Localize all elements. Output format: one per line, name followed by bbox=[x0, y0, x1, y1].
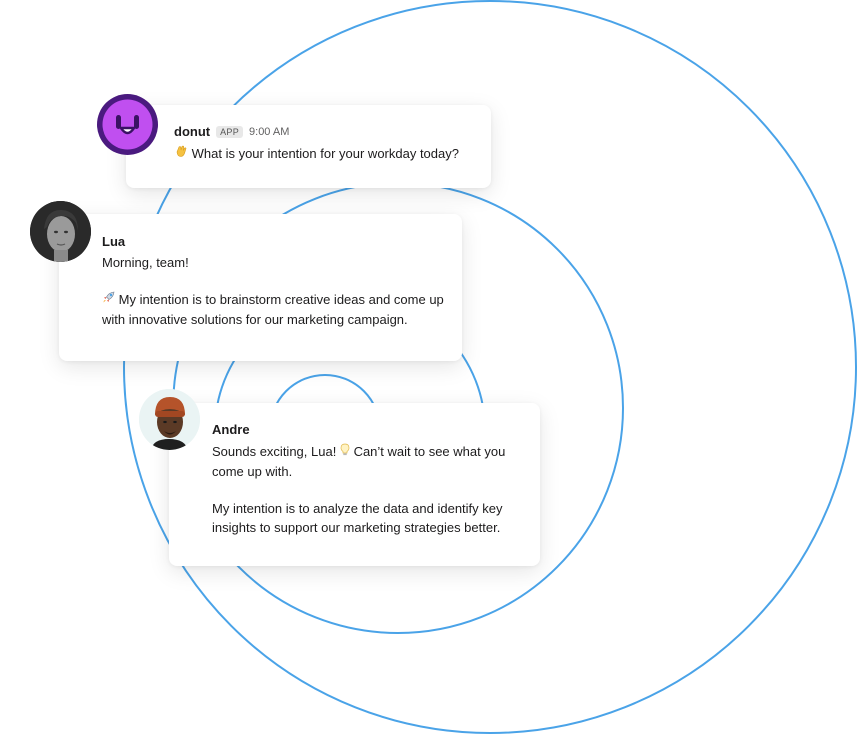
rocket-icon bbox=[102, 291, 115, 310]
message-card-andre: Andre Sounds exciting, Lua! Can’t wait t… bbox=[169, 403, 540, 566]
light-bulb-icon bbox=[340, 443, 350, 462]
message-line-reply: Sounds exciting, Lua! Can’t wait to see … bbox=[212, 442, 522, 481]
waving-hand-icon bbox=[174, 144, 188, 164]
message-body: My intention is to brainstorm creative i… bbox=[102, 292, 444, 327]
sender-name[interactable]: Andre bbox=[212, 422, 540, 437]
sender-name[interactable]: Lua bbox=[102, 234, 462, 249]
message-line-intention: My intention is to analyze the data and … bbox=[212, 501, 503, 535]
message-timestamp[interactable]: 9:00 AM bbox=[249, 126, 289, 138]
lua-avatar[interactable] bbox=[30, 201, 91, 262]
message-body: What is your intention for your workday … bbox=[191, 146, 459, 161]
andre-avatar[interactable] bbox=[139, 389, 200, 450]
message-line-greeting: Morning, team! bbox=[102, 255, 189, 270]
message-line-intention: My intention is to brainstorm creative i… bbox=[102, 290, 447, 329]
donut-avatar[interactable] bbox=[97, 94, 158, 155]
sender-name[interactable]: donut bbox=[174, 124, 210, 139]
message-body-part1: Sounds exciting, Lua! bbox=[212, 444, 337, 459]
app-badge: APP bbox=[216, 125, 244, 138]
message-card-donut: donut APP 9:00 AM What is your intention… bbox=[126, 105, 491, 188]
message-text: What is your intention for your workday … bbox=[174, 144, 491, 164]
message-card-lua: Lua Morning, team! My intention is to br… bbox=[59, 214, 462, 361]
